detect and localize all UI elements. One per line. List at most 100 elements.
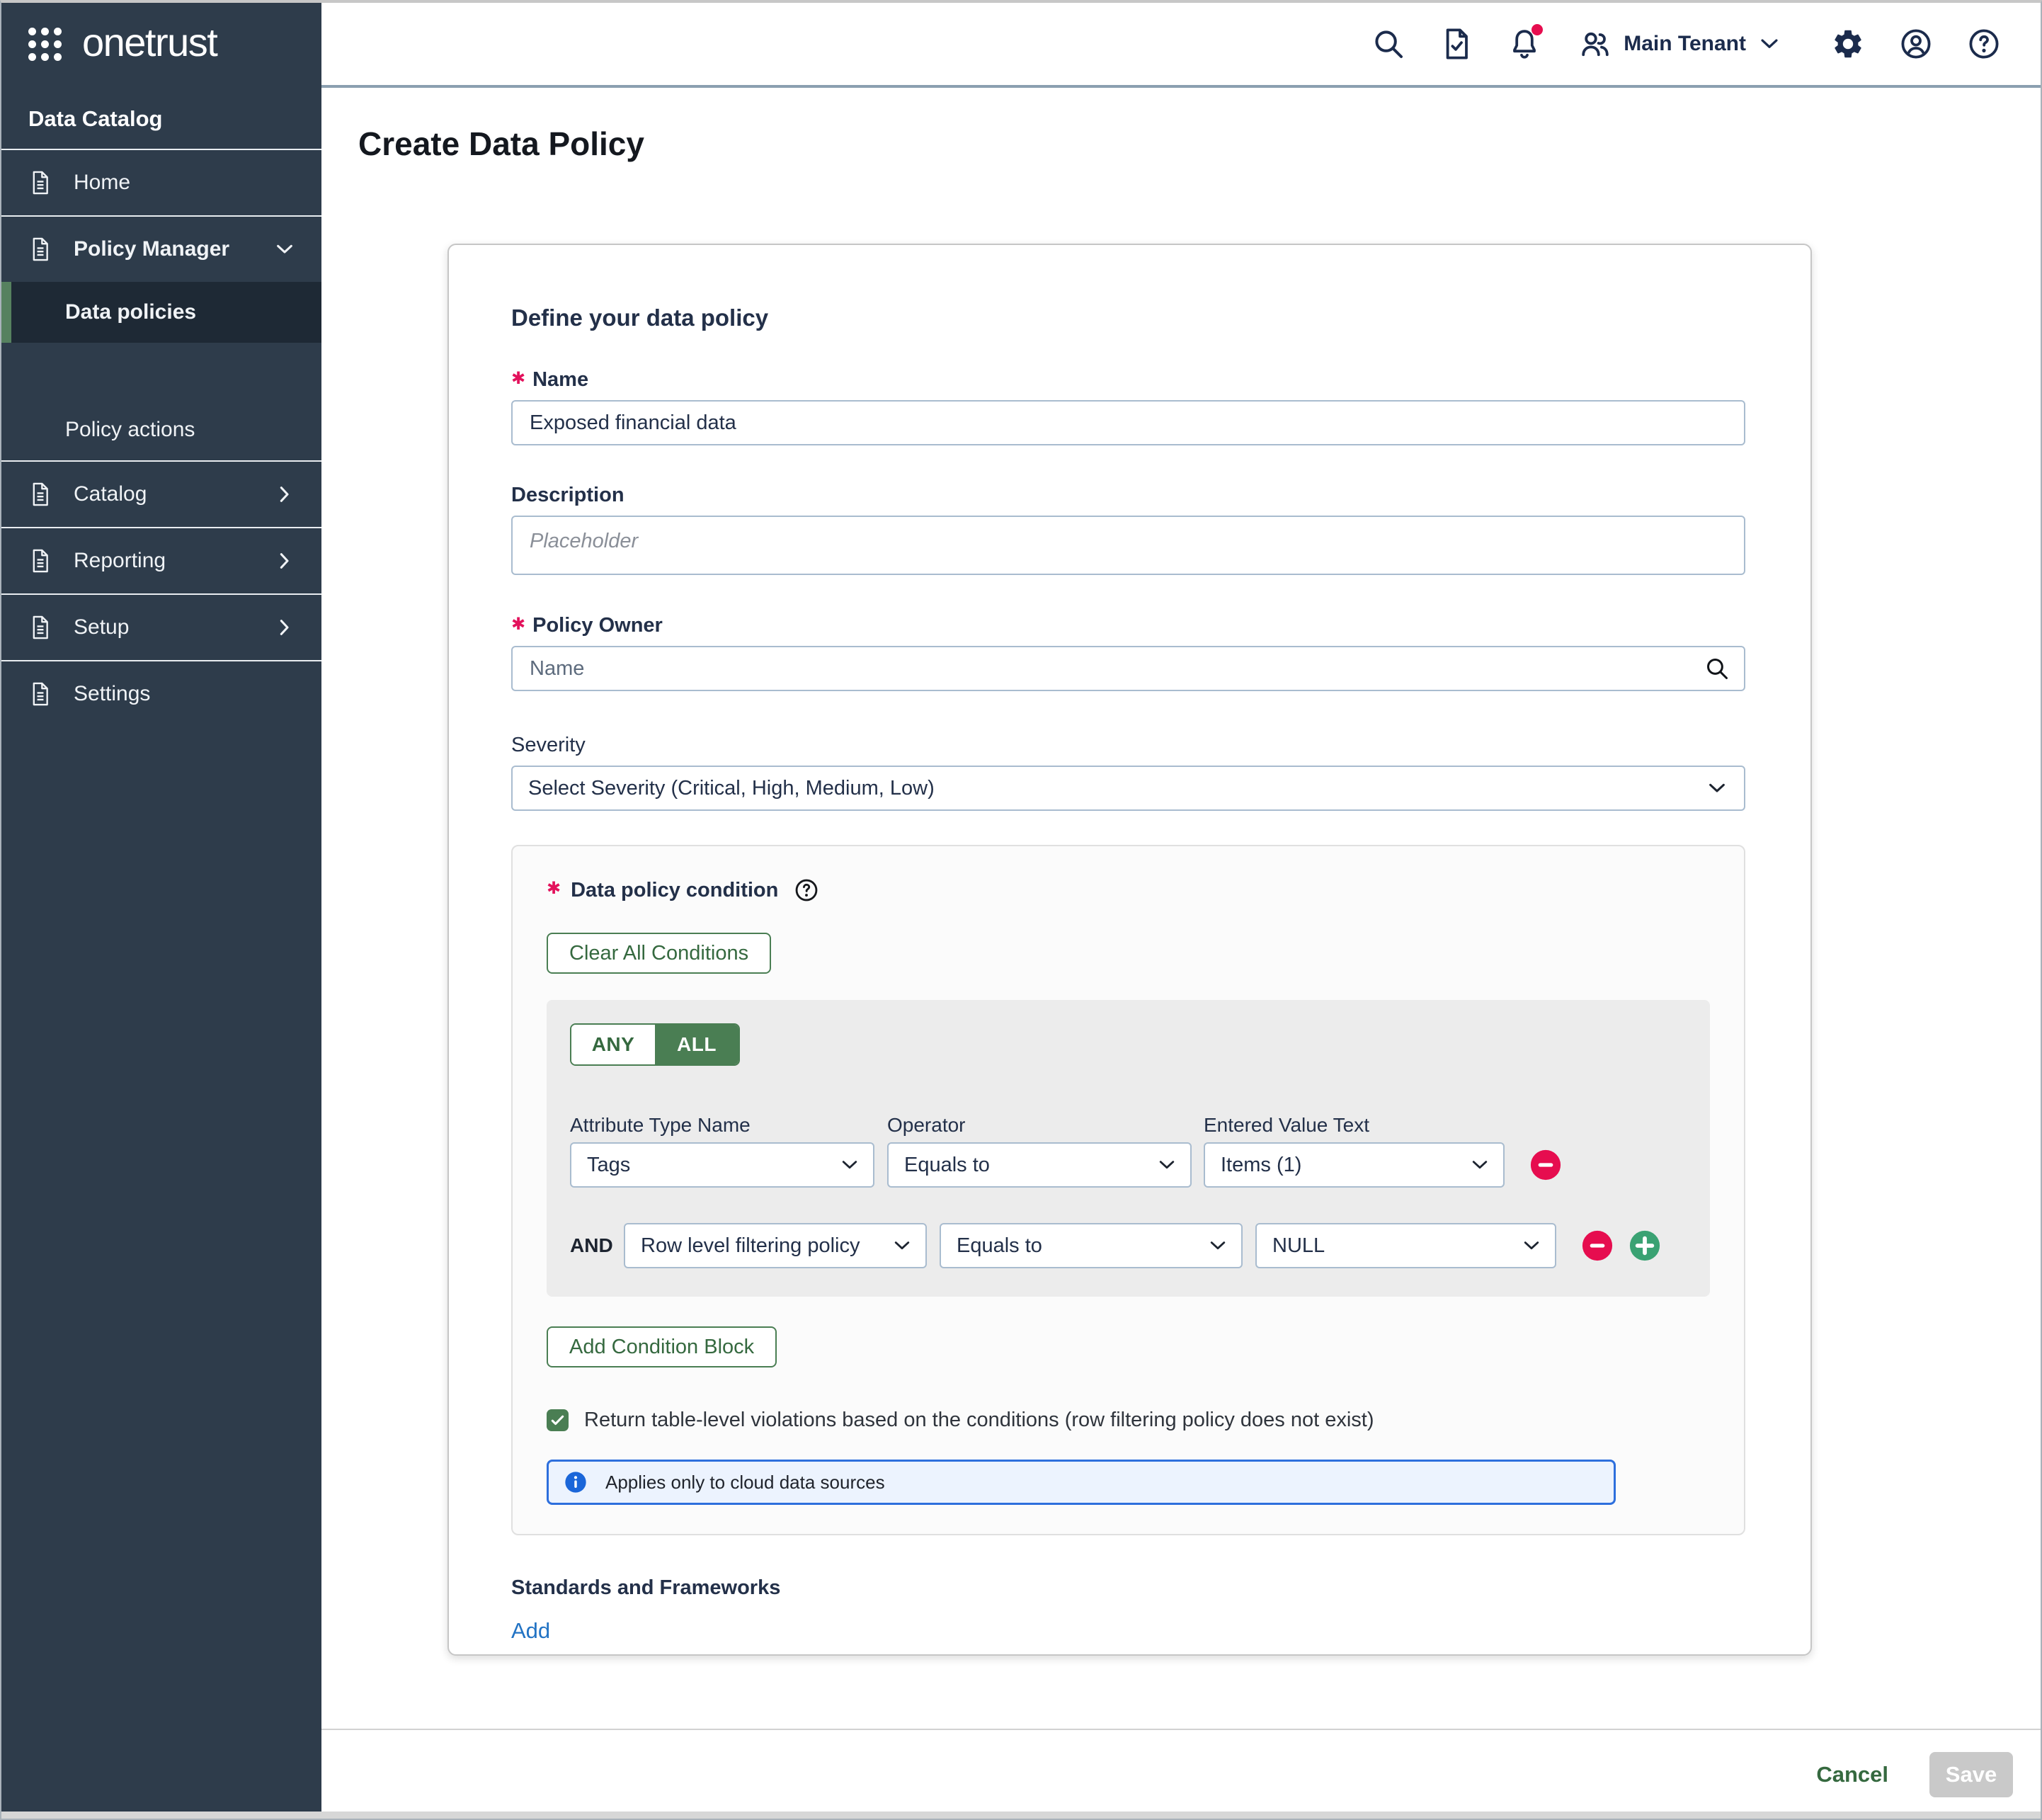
condition-column-headers: Attribute Type Name Operator Entered Val… — [570, 1114, 1710, 1137]
search-icon[interactable] — [1704, 656, 1730, 681]
sidebar-item-setup[interactable]: Setup — [1, 595, 321, 660]
sidebar-item-label: Reporting — [74, 549, 166, 573]
clear-all-conditions-button[interactable]: Clear All Conditions — [547, 933, 771, 974]
page-title: Create Data Policy — [358, 125, 644, 163]
severity-value: Select Severity (Critical, High, Medium,… — [528, 777, 1706, 800]
help-icon — [1967, 27, 2001, 61]
required-marker: ✱ — [511, 616, 525, 633]
table-level-violations-row: Return table-level violations based on t… — [547, 1409, 1710, 1432]
required-marker: ✱ — [547, 880, 561, 897]
add-condition-block-button[interactable]: Add Condition Block — [547, 1326, 777, 1367]
tenant-switcher[interactable]: Main Tenant — [1578, 27, 1781, 61]
document-icon — [27, 169, 54, 196]
chevron-right-icon — [273, 616, 296, 639]
condition-row: AND Row level filtering policy Equals to… — [570, 1223, 1710, 1268]
chevron-down-icon — [891, 1235, 913, 1256]
settings-gear-icon — [1831, 27, 1865, 61]
account-button[interactable] — [1890, 18, 1941, 69]
document-icon — [27, 614, 54, 641]
sidebar-item-label: Home — [74, 171, 130, 195]
chevron-right-icon — [273, 483, 296, 506]
info-banner: Applies only to cloud data sources — [547, 1460, 1616, 1505]
operator-select[interactable]: Equals to — [940, 1223, 1243, 1268]
document-icon — [27, 481, 54, 508]
sidebar-item-policy-manager[interactable]: Policy Manager — [1, 217, 321, 282]
help-button[interactable] — [1958, 18, 2009, 69]
sidebar-item-label: Setup — [74, 615, 129, 639]
document-icon — [27, 547, 54, 574]
product-label: Data Catalog — [1, 88, 321, 149]
chevron-down-icon — [273, 238, 296, 261]
search-button[interactable] — [1363, 18, 1414, 69]
window-bottom-edge — [1, 1812, 2041, 1819]
value-select[interactable]: Items (1) — [1204, 1142, 1505, 1188]
chevron-down-icon — [1706, 777, 1728, 800]
attribute-select[interactable]: Row level filtering policy — [624, 1223, 927, 1268]
brand-logo-text: onetrust — [82, 23, 217, 68]
brand-logo: onetrust — [1, 3, 321, 88]
cancel-button[interactable]: Cancel — [1808, 1762, 1897, 1787]
settings-button[interactable] — [1823, 18, 1873, 69]
condition-row: Tags Equals to Items (1) — [570, 1142, 1710, 1188]
name-label: ✱ Name — [511, 368, 1745, 392]
chevron-down-icon — [1757, 32, 1781, 56]
document-icon — [27, 681, 54, 707]
value-select[interactable]: NULL — [1255, 1223, 1556, 1268]
severity-select[interactable]: Select Severity (Critical, High, Medium,… — [511, 766, 1745, 811]
minus-circle-icon — [1581, 1229, 1614, 1262]
checkbox-label: Return table-level violations based on t… — [584, 1409, 1374, 1432]
remove-condition-button[interactable] — [1529, 1149, 1562, 1181]
name-input[interactable] — [511, 400, 1745, 445]
save-button[interactable]: Save — [1929, 1752, 2013, 1797]
add-standards-link[interactable]: Add — [511, 1618, 550, 1644]
tasks-button[interactable] — [1431, 18, 1482, 69]
info-banner-text: Applies only to cloud data sources — [605, 1472, 885, 1494]
policy-owner-label: ✱ Policy Owner — [511, 614, 1745, 637]
minus-circle-icon — [1529, 1149, 1562, 1181]
chevron-right-icon — [273, 550, 296, 572]
sidebar-item-settings[interactable]: Settings — [1, 661, 321, 727]
column-header-operator: Operator — [887, 1114, 1204, 1137]
notifications-button[interactable] — [1499, 18, 1550, 69]
standards-frameworks-label: Standards and Frameworks — [511, 1576, 1745, 1600]
chevron-down-icon — [1521, 1235, 1542, 1256]
sidebar-item-catalog[interactable]: Catalog — [1, 462, 321, 527]
checkbox-checked[interactable] — [547, 1409, 569, 1431]
required-marker: ✱ — [511, 370, 525, 387]
conjunction-label: AND — [570, 1234, 610, 1257]
sidebar-item-label: Policy actions — [65, 418, 195, 442]
toggle-all[interactable]: ALL — [655, 1025, 738, 1064]
sidebar-item-home[interactable]: Home — [1, 150, 321, 215]
condition-label: Data policy condition — [571, 879, 778, 902]
operator-select[interactable]: Equals to — [887, 1142, 1192, 1188]
help-icon[interactable] — [794, 877, 819, 903]
page-content: Create Data Policy Define your data poli… — [321, 88, 2041, 1729]
chevron-down-icon — [1156, 1154, 1177, 1176]
main-area: Main Tenant Create Data Policy Define yo… — [321, 3, 2041, 1819]
app-launcher-grid-icon[interactable] — [28, 28, 64, 63]
condition-label-row: ✱ Data policy condition — [547, 877, 1710, 903]
add-condition-button[interactable] — [1629, 1229, 1661, 1262]
sidebar-spacer — [1, 343, 321, 399]
remove-condition-button[interactable] — [1581, 1229, 1614, 1262]
policy-owner-input[interactable] — [511, 646, 1745, 691]
sidebar: onetrust Data Catalog Home Policy Manage… — [1, 3, 321, 1819]
attribute-select[interactable]: Tags — [570, 1142, 874, 1188]
chevron-down-icon — [1207, 1235, 1228, 1256]
sidebar-item-data-policies[interactable]: Data policies — [1, 282, 321, 343]
sidebar-item-label: Settings — [74, 682, 150, 706]
document-check-icon — [1439, 27, 1473, 61]
info-icon — [564, 1471, 587, 1494]
footer-actions: Cancel Save — [321, 1729, 2041, 1819]
plus-circle-icon — [1629, 1229, 1661, 1262]
toggle-any[interactable]: ANY — [571, 1025, 655, 1064]
sidebar-item-policy-actions[interactable]: Policy actions — [1, 399, 321, 460]
tenant-name: Main Tenant — [1624, 32, 1746, 56]
column-header-attribute: Attribute Type Name — [570, 1114, 887, 1137]
section-heading: Define your data policy — [511, 305, 1745, 331]
sidebar-item-label: Policy Manager — [74, 237, 229, 261]
any-all-toggle: ANY ALL — [570, 1023, 740, 1066]
sidebar-item-reporting[interactable]: Reporting — [1, 528, 321, 593]
description-input[interactable] — [511, 516, 1745, 575]
search-icon — [1371, 27, 1405, 61]
